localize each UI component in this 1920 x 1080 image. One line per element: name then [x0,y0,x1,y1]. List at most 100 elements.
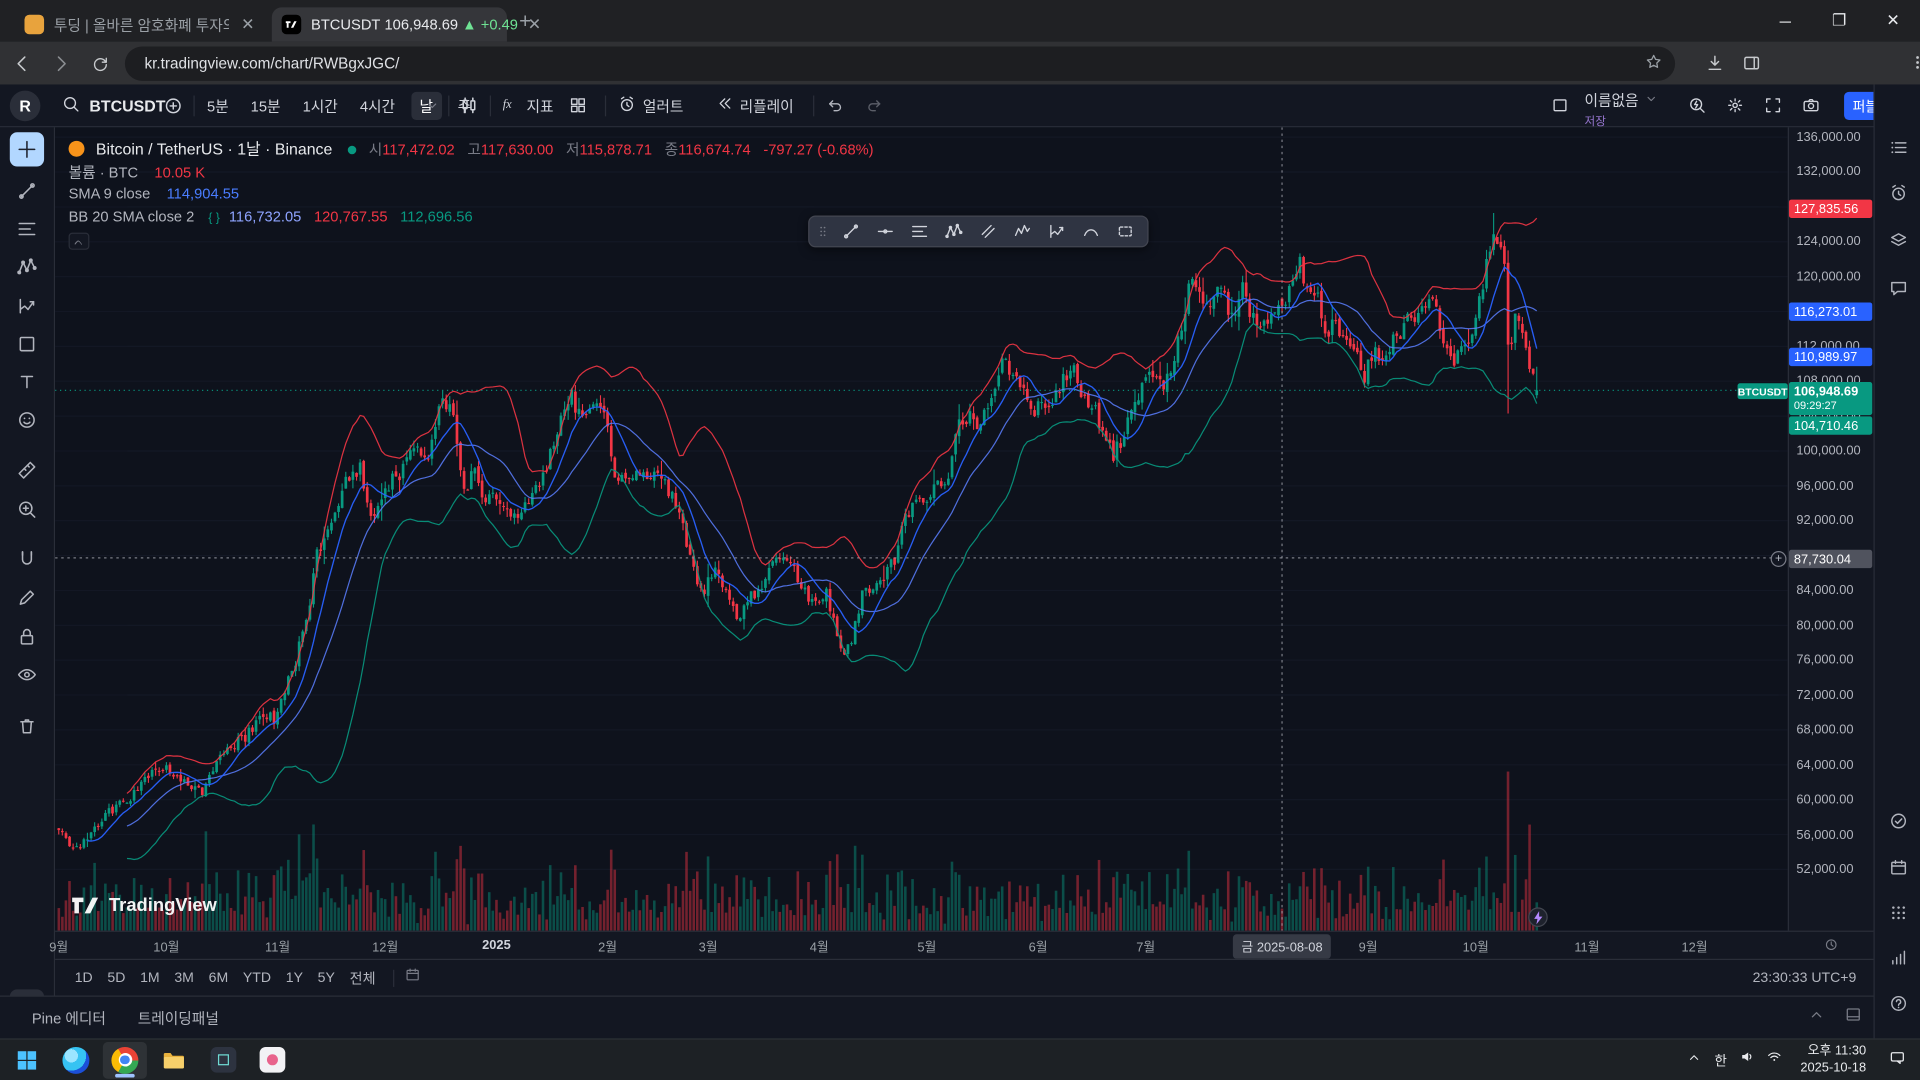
back-button[interactable] [5,46,39,80]
price-chart[interactable] [55,127,1788,930]
hidden-icons-chevron[interactable] [1680,1049,1707,1071]
rectangle-icon[interactable] [1108,218,1142,245]
window-maximize-button[interactable]: ❐ [1812,0,1866,42]
timezone-clock-icon[interactable] [1823,937,1839,959]
multichart-layout-icon[interactable] [1550,84,1570,126]
goto-date-icon[interactable] [404,966,421,989]
draw-tool-icon[interactable] [10,580,44,614]
curve-icon[interactable] [1074,218,1108,245]
side-panel-icon[interactable] [1734,45,1768,79]
symbol-search-button[interactable]: BTCUSDT [61,84,165,126]
range-YTD[interactable]: YTD [236,970,279,985]
abcd-pattern-icon[interactable] [1040,218,1074,245]
undo-icon[interactable] [825,84,845,126]
volume-legend-row[interactable]: 볼륨 · BTC 10.05 K [69,162,205,183]
xabcd-pattern-icon[interactable] [937,218,971,245]
fullscreen-icon[interactable] [1763,84,1783,126]
browser-tab-1[interactable]: 투딩 | 올바른 암호화폐 투자의 ✕ [15,7,267,41]
taskbar-clock[interactable]: 오후 11:30 2025-10-18 [1800,1044,1866,1076]
alert-button[interactable]: 얼러트 [617,84,683,126]
check-circle-icon[interactable] [1884,807,1911,834]
taskbar-app-icon-1[interactable] [201,1041,245,1078]
layout-templates-icon[interactable] [568,84,588,126]
price-axis[interactable]: 136,000.00132,000.00128,000.00124,000.00… [1788,127,1874,930]
crosshair-tool-icon[interactable] [10,132,44,166]
redo-icon[interactable] [864,84,884,126]
delete-tool-icon[interactable] [10,709,44,743]
taskbar-edge-icon[interactable] [54,1041,98,1078]
range-5D[interactable]: 5D [100,970,133,985]
layers-icon[interactable] [1884,227,1911,254]
new-tab-button[interactable]: + [519,10,531,34]
network-icon[interactable] [1761,1048,1788,1071]
address-bar[interactable]: kr.tradingview.com/chart/RWBgxJGC/ [125,47,1675,81]
fib-retracement-icon[interactable] [902,218,936,245]
browser-tab-2[interactable]: BTCUSDT 106,948.69 ▲ +0.49 ✕ [272,7,507,41]
window-close-button[interactable]: ✕ [1866,0,1920,42]
panel-toggle-icon[interactable] [1844,1005,1862,1029]
taskbar-app-icon-2[interactable] [250,1041,294,1078]
compare-add-icon[interactable] [163,84,184,126]
range-5Y[interactable]: 5Y [310,970,342,985]
measure-tool-icon[interactable] [10,453,44,487]
bb-legend-row[interactable]: BB 20 SMA close 2 { } 116,732.05 120,767… [69,208,473,225]
trendline-tool-icon[interactable] [10,174,44,208]
apps-grid-icon[interactable] [1884,899,1911,926]
range-3M[interactable]: 3M [167,970,201,985]
signal-icon[interactable] [1884,944,1911,971]
alerts-icon[interactable] [1884,179,1911,206]
add-alert-plus-icon[interactable]: + [1771,551,1787,567]
reload-button[interactable] [83,46,117,80]
quick-search-icon[interactable] [1687,84,1707,126]
fib-tool-icon[interactable] [10,212,44,246]
settings-gear-icon[interactable] [1725,84,1745,126]
downloads-icon[interactable] [1697,45,1731,79]
range-1D[interactable]: 1D [67,970,100,985]
tab-trading-panel[interactable]: 트레이딩패널 [138,1007,219,1028]
interval-4시간[interactable]: 4시간 [354,95,401,116]
interval-chevron-icon[interactable] [424,84,441,126]
chat-icon[interactable] [1884,274,1911,301]
trend-line-icon[interactable] [834,218,868,245]
ime-indicator[interactable]: 한 [1707,1050,1734,1070]
tv-user-avatar[interactable]: R [10,84,41,126]
pattern-tool-icon[interactable] [10,250,44,284]
clock-utc[interactable]: 23:30:33 UTC+9 [1753,970,1857,985]
watchlist-icon[interactable] [1884,133,1911,160]
chart-style-icon[interactable] [458,84,480,126]
forecast-tool-icon[interactable] [10,289,44,323]
range-1M[interactable]: 1M [133,970,167,985]
panel-expand-chevron-icon[interactable] [1807,1005,1825,1029]
magnet-tool-icon[interactable] [10,542,44,576]
lock-tool-icon[interactable] [10,620,44,654]
text-tool-icon[interactable] [10,365,44,399]
forward-button[interactable] [44,46,78,80]
parallel-channel-icon[interactable] [971,218,1005,245]
elliott-wave-icon[interactable] [1005,218,1039,245]
start-button[interactable] [5,1041,49,1078]
interval-15분[interactable]: 15분 [245,95,287,116]
layout-name-menu[interactable]: 이름없음 저장 [1584,89,1659,128]
snapshot-camera-icon[interactable] [1801,84,1821,126]
horizontal-line-icon[interactable] [868,218,902,245]
scroll-to-realtime-button[interactable] [1528,907,1548,927]
legend-collapse-button[interactable]: ᨈ [69,233,90,250]
zoom-tool-icon[interactable] [10,492,44,526]
notification-center-icon[interactable] [1878,1048,1915,1072]
drag-handle-icon[interactable] [814,218,831,245]
browser-menu-icon[interactable] [1900,45,1920,79]
volume-icon[interactable] [1734,1048,1761,1071]
bookmark-star-icon[interactable] [1644,53,1662,75]
taskbar-explorer-icon[interactable] [152,1041,196,1078]
range-전체[interactable]: 전체 [342,968,383,988]
floating-drawing-toolbar[interactable] [808,216,1148,248]
help-icon[interactable] [1884,989,1911,1016]
time-axis[interactable]: 9월10월11월12월20252월3월4월5월6월7월9월10월11월12월 금… [55,931,1873,959]
hide-tool-icon[interactable] [10,658,44,692]
symbol-legend-row[interactable]: Bitcoin / TetherUS · 1날 · Binance 시117,4… [69,136,874,159]
replay-button[interactable]: 리플레이 [715,84,794,126]
interval-5분[interactable]: 5분 [201,95,235,116]
indicators-button[interactable]: fx 지표 [500,84,554,126]
tab-pine-editor[interactable]: Pine 에디터 [32,1007,106,1028]
taskbar-chrome-icon[interactable] [103,1041,147,1078]
